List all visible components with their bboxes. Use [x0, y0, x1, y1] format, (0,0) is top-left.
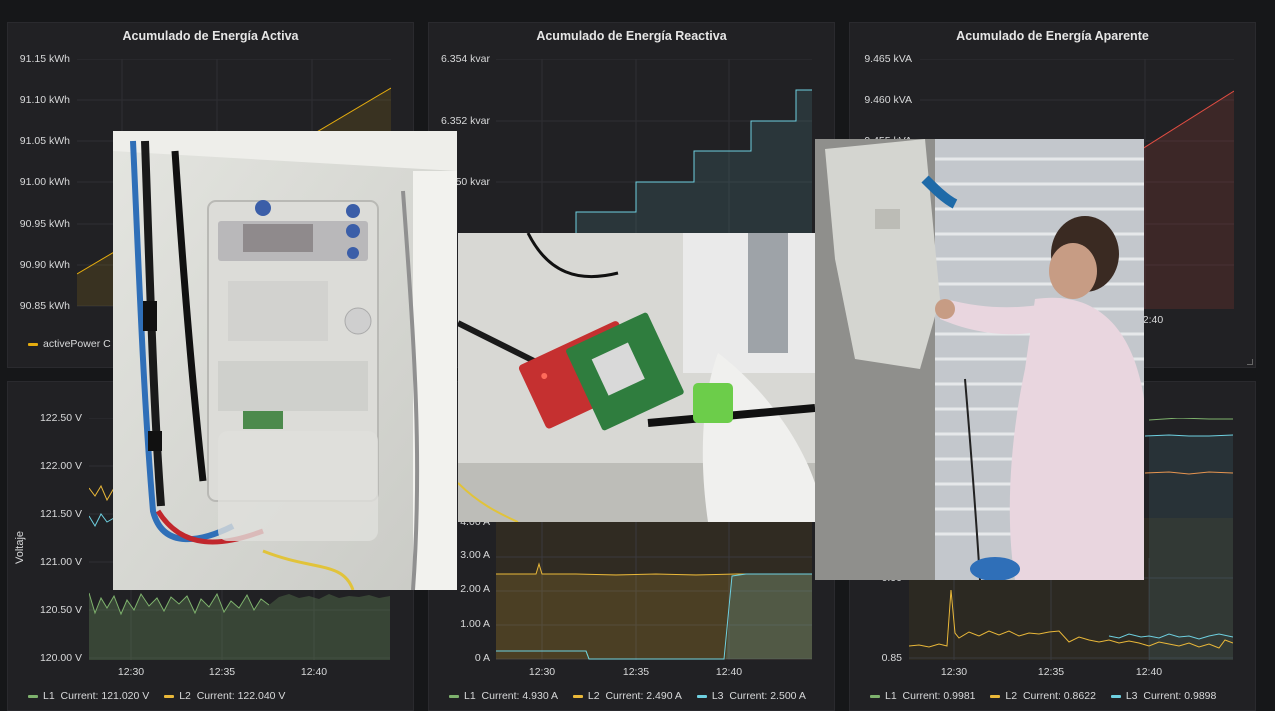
x-tick: 12:40 — [300, 666, 328, 678]
person-installing-photo — [815, 139, 1144, 580]
legend-series-name: L3 — [1125, 690, 1138, 702]
legend-series-name: L2 — [587, 690, 600, 702]
panel-title[interactable]: Acumulado de Energía Aparente — [850, 29, 1255, 43]
x-tick: 12:30 — [117, 666, 145, 678]
y-tick: 0.85 — [881, 652, 902, 664]
y-tick: 91.00 kWh — [19, 176, 70, 188]
y-tick: 91.10 kWh — [19, 94, 70, 106]
panel-title[interactable]: Acumulado de Energía Activa — [8, 29, 413, 43]
legend-series-name[interactable]: activePower — [43, 338, 100, 350]
y-tick: 90.90 kWh — [19, 259, 70, 271]
legend-current: Current: 121.020 V — [60, 690, 150, 702]
legend-series-name: L3 — [711, 690, 724, 702]
legend: L1 Current: 121.020 V L2 Current: 122.04… — [28, 690, 297, 702]
y-tick: 122.00 V — [39, 460, 82, 472]
sensor-board-photo — [458, 233, 815, 522]
board-illustration — [458, 233, 815, 522]
pf-l1-line — [1148, 418, 1233, 421]
y-tick: 91.05 kWh — [19, 135, 70, 147]
y-tick: 1.00 A — [460, 618, 490, 630]
legend: activePower C — [28, 338, 111, 350]
legend-swatch — [28, 694, 38, 698]
legend-current: Current: 0.9898 — [1143, 690, 1217, 702]
y-tick: 6.354 kvar — [440, 53, 490, 65]
legend-item[interactable]: L2 Current: 2.490 A — [572, 690, 682, 702]
legend-current: Current: 0.8622 — [1022, 690, 1096, 702]
legend-series-name: L2 — [1005, 690, 1018, 702]
legend-current: Current: 122.040 V — [196, 690, 286, 702]
legend: L1 Current: 4.930 A L2 Current: 2.490 A … — [449, 690, 818, 702]
legend-swatch — [696, 694, 707, 698]
pf-l3-line — [1144, 434, 1233, 437]
legend: L1 Current: 0.9981 L2 Current: 0.8622 L3… — [870, 690, 1228, 702]
x-tick: 12:30 — [940, 666, 968, 678]
y-tick: 91.15 kWh — [19, 53, 70, 65]
resize-handle[interactable] — [1247, 359, 1253, 365]
x-tick: 12:40 — [1135, 666, 1163, 678]
legend-series-name: L1 — [885, 690, 897, 702]
legend-swatch — [449, 694, 459, 698]
current-graph — [496, 522, 812, 660]
y-tick: 121.00 V — [39, 556, 82, 568]
y-tick: 122.50 V — [39, 412, 82, 424]
electric-meter-photo — [113, 131, 457, 590]
legend-current: Current: 2.490 A — [605, 690, 682, 702]
y-tick: 121.50 V — [39, 508, 82, 520]
legend-swatch — [164, 694, 175, 698]
y-tick: 90.95 kWh — [19, 218, 70, 230]
y-tick: 120.00 V — [39, 652, 82, 664]
x-tick: 12:30 — [528, 666, 556, 678]
y-tick: 9.460 kVA — [864, 94, 912, 106]
y-tick: 120.50 V — [39, 604, 82, 616]
panel-title[interactable]: Acumulado de Energía Reactiva — [429, 29, 834, 43]
legend-swatch — [990, 694, 1001, 698]
legend-current: Current: 0.9981 — [902, 690, 976, 702]
x-tick: 12:35 — [622, 666, 650, 678]
person-illustration — [815, 139, 1144, 580]
legend-swatch — [28, 342, 38, 346]
legend-current: Current: 4.930 A — [481, 690, 558, 702]
x-tick: 12:35 — [208, 666, 236, 678]
legend-swatch — [870, 694, 880, 698]
y-tick: 9.465 kVA — [864, 53, 912, 65]
legend-swatch — [1110, 694, 1121, 698]
x-tick: 12:40 — [715, 666, 743, 678]
legend-item[interactable]: L1 Current: 121.020 V — [28, 690, 149, 702]
legend-series-name: L1 — [464, 690, 476, 702]
legend-item[interactable]: L2 Current: 122.040 V — [164, 690, 285, 702]
legend-item[interactable]: L2 Current: 0.8622 — [990, 690, 1096, 702]
legend-current: C — [103, 338, 111, 350]
y-tick: 0 A — [474, 652, 490, 664]
legend-item[interactable]: L1 Current: 4.930 A — [449, 690, 558, 702]
legend-item[interactable]: L3 Current: 0.9898 — [1110, 690, 1217, 702]
legend-item[interactable]: L3 Current: 2.500 A — [696, 690, 806, 702]
legend-item[interactable]: L1 Current: 0.9981 — [870, 690, 976, 702]
x-tick: 12:35 — [1037, 666, 1065, 678]
legend-series-name: L1 — [43, 690, 55, 702]
y-tick: 6.352 kvar — [440, 115, 490, 127]
legend-swatch — [572, 694, 583, 698]
legend-current: Current: 2.500 A — [729, 690, 806, 702]
meter-illustration — [113, 131, 457, 590]
legend-series-name: L2 — [179, 690, 191, 702]
y-tick: 90.85 kWh — [19, 300, 70, 312]
